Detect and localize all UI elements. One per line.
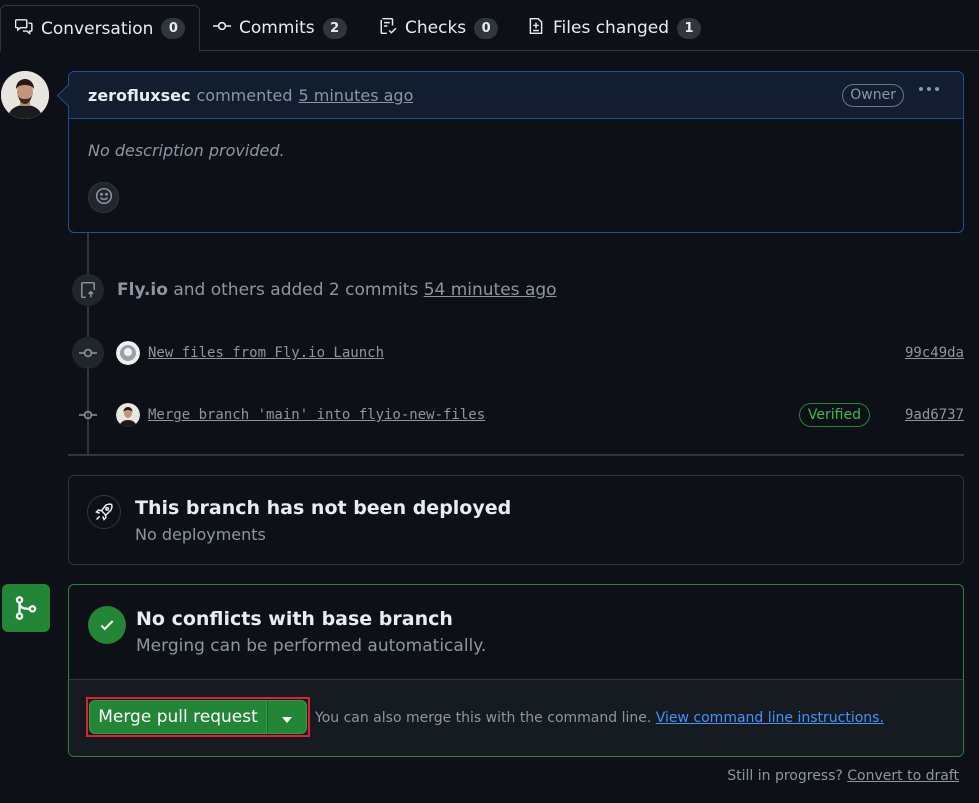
smiley-icon [95,187,113,209]
rocket-icon [87,495,121,529]
draft-prefix: Still in progress? [727,768,843,784]
tab-commits[interactable]: Commits 2 [199,5,361,51]
owner-badge: Owner [842,84,904,107]
deployment-title: This branch has not been deployed [135,497,512,519]
convert-to-draft-link[interactable]: Convert to draft [847,768,959,784]
tab-counter: 1 [677,17,702,39]
comment-body: No description provided. [88,141,285,160]
git-commit-icon [72,337,104,369]
merge-status-subtitle: Merging can be performed automatically. [136,636,487,656]
commit-row: Merge branch 'main' into flyio-new-files… [116,402,964,428]
pr-tab-bar: Conversation 0 Commits 2 Checks 0 Files … [0,0,979,52]
author-small-avatar[interactable] [116,403,140,427]
commit-message-link[interactable]: New files from Fly.io Launch [148,345,384,361]
commit-sha-link[interactable]: 9ad6737 [905,407,964,423]
author-avatar[interactable] [1,71,49,119]
git-commit-icon [213,17,231,40]
merge-actions: Merge pull request You can also merge th… [69,679,963,756]
deployment-subtitle: No deployments [135,525,266,544]
github-actions-avatar[interactable] [116,341,140,365]
checklist-icon [379,17,397,40]
file-diff-icon [527,17,545,40]
comment-discussion-icon [14,17,33,40]
comment-header: zerofluxsec commented 5 minutes ago Owne… [69,72,963,119]
merge-pull-request-button[interactable]: Merge pull request [89,700,267,734]
triangle-down-icon [282,708,292,727]
merge-status-title: No conflicts with base branch [136,608,453,630]
verified-badge[interactable]: Verified [798,403,870,427]
merge-box: No conflicts with base branch Merging ca… [68,584,964,757]
git-merge-icon [2,584,50,632]
tab-label: Commits [239,18,315,38]
tab-counter: 2 [322,17,347,39]
check-icon [88,606,126,644]
tab-label: Conversation [41,18,154,39]
comment-action: commented [196,85,293,105]
tab-counter: 0 [161,18,186,39]
commit-message-link[interactable]: Merge branch 'main' into flyio-new-files [148,407,485,423]
tab-label: Files changed [553,18,670,38]
add-reaction-button[interactable] [88,182,119,213]
deployment-status-box: This branch has not been deployed No dep… [68,475,964,565]
tab-conversation[interactable]: Conversation 0 [0,5,201,52]
commit-row: New files from Fly.io Launch 99c49da [116,340,964,366]
tab-checks[interactable]: Checks 0 [365,5,512,51]
comment-timestamp-link[interactable]: 5 minutes ago [299,86,414,105]
convert-draft-row: Still in progress? Convert to draft [727,768,959,784]
git-commit-icon [72,399,104,431]
tab-label: Checks [405,18,467,38]
push-event-text: Fly.io and others added 2 commits 54 min… [117,280,557,300]
kebab-menu-icon[interactable] [919,87,939,91]
timeline-divider [68,454,964,456]
pr-description-comment: zerofluxsec commented 5 minutes ago Owne… [68,71,964,233]
command-line-instructions-link[interactable]: View command line instructions. [656,710,884,726]
repo-push-icon [72,274,104,306]
merge-options-dropdown[interactable] [267,700,307,734]
commit-sha-link[interactable]: 99c49da [905,345,964,361]
push-summary: and others added 2 commits [173,280,419,300]
tab-counter: 0 [474,17,499,39]
push-actor-link[interactable]: Fly.io [117,280,168,300]
command-line-note: You can also merge this with the command… [315,710,884,726]
comment-author-link[interactable]: zerofluxsec [88,86,190,105]
tab-files-changed[interactable]: Files changed 1 [513,5,715,51]
command-line-text: You can also merge this with the command… [315,710,652,726]
push-timestamp-link[interactable]: 54 minutes ago [424,280,557,300]
